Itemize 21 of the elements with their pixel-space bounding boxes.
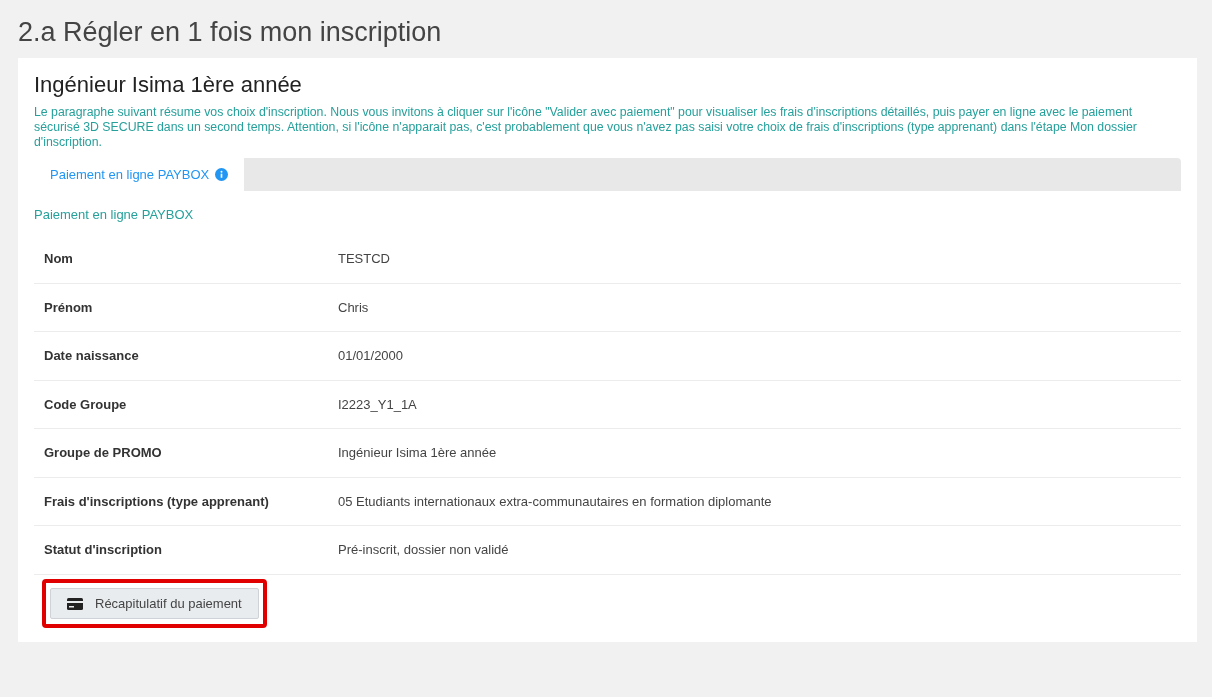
page-title: 2.a Régler en 1 fois mon inscription (17, 16, 443, 49)
card-title: Ingénieur Isima 1ère année (34, 72, 303, 99)
field-label: Statut d'inscription (44, 541, 163, 560)
field-value: Pré-inscrit, dossier non validé (338, 541, 509, 560)
field-label: Code Groupe (44, 395, 128, 414)
field-label: Groupe de PROMO (44, 444, 163, 463)
field-value: TESTCD (338, 250, 390, 269)
field-value: 01/01/2000 (338, 347, 404, 366)
field-label: Frais d'inscriptions (type apprenant) (44, 492, 270, 511)
payment-summary-button[interactable]: Récapitulatif du paiement (50, 587, 259, 620)
field-label: Prénom (44, 298, 94, 317)
field-value: Chris (338, 298, 369, 317)
info-icon (215, 167, 229, 181)
section-label: Paiement en ligne PAYBOX (34, 205, 195, 224)
field-value: Ingénieur Isima 1ère année (338, 444, 497, 463)
field-label: Nom (44, 250, 74, 269)
field-value: 05 Etudiants internationaux extra-communautaires en formation diplomante (338, 492, 772, 511)
intro-paragraph: Le paragraphe suivant résume vos choix d'inscription. Nous vous invitons à cliquer sur l'icône "Valider avec paiement" pour visualiser les frais d'inscriptions détaillés, puis payer en ligne avec le paiement sécurisé 3D SECURE dans un second temps. Attention, si l'icône n'apparait pas, c'est probablement que vous n'avez pas saisi votre choix de frais d'inscriptions (type apprenant) dans l'étape Mon dossier d'inscription. (34, 104, 1138, 150)
credit-card-icon (67, 597, 83, 610)
field-label: Date naissance (44, 347, 140, 366)
field-value: I2223_Y1_1A (338, 395, 417, 414)
